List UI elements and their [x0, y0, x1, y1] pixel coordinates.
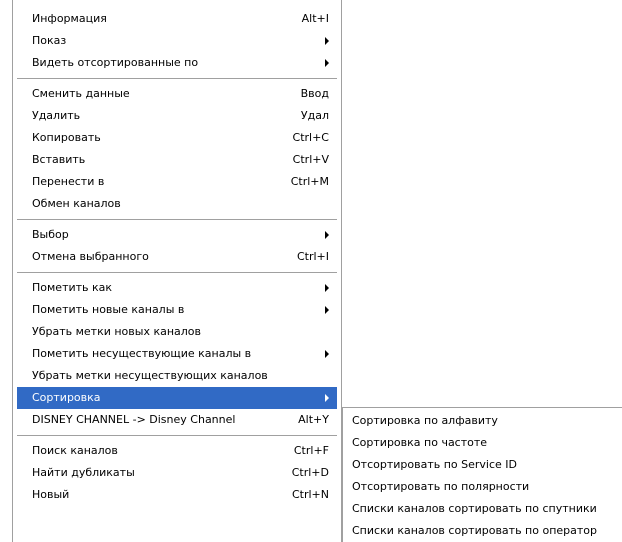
submenu-arrow-icon: [325, 37, 329, 45]
menu-item-поиск-каналов[interactable]: Поиск каналов Ctrl+F: [17, 440, 337, 462]
menu-item-label: DISNEY CHANNEL -> Disney Channel: [32, 413, 236, 426]
menu-item-видеть-отсортированные-по[interactable]: Видеть отсортированные по: [17, 52, 337, 74]
menu-separator: [17, 78, 337, 80]
submenu-arrow-icon: [325, 284, 329, 292]
menu-item-сменить-данные[interactable]: Сменить данные Ввод: [17, 83, 337, 105]
menu-item-shortcut: Удал: [300, 109, 329, 122]
submenu-arrow-icon: [325, 394, 329, 402]
menu-item-вставить[interactable]: Вставить Ctrl+V: [17, 149, 337, 171]
menu-item-перенести-в[interactable]: Перенести в Ctrl+M: [17, 171, 337, 193]
context-menu: Информация Alt+I Показ Видеть отсортированн…: [12, 0, 342, 542]
menu-item-disney-channel-disney-channel[interactable]: DISNEY CHANNEL -> Disney Channel Alt+Y: [17, 409, 337, 431]
menu-item-выбор[interactable]: Выбор: [17, 224, 337, 246]
menu-item-label: Удалить: [32, 109, 81, 122]
menu-item-label: Поиск каналов: [32, 444, 118, 457]
menu-item-убрать-метки-новых-каналов[interactable]: Убрать метки новых каналов: [17, 321, 337, 343]
menu-item-label: Видеть отсортированные по: [32, 56, 199, 69]
menu-item-информация[interactable]: Информация Alt+I: [17, 8, 337, 30]
menu-item-shortcut: Ctrl+D: [291, 466, 329, 479]
menu-item-сортировка[interactable]: Сортировка: [17, 387, 337, 409]
menu-item-label: Пометить новые каналы в: [32, 303, 185, 316]
menu-item-label: Найти дубликаты: [32, 466, 135, 479]
menu-item-label: Пометить как: [32, 281, 113, 294]
sort-submenu-item[interactable]: Сортировка по алфавиту: [343, 410, 622, 432]
sort-submenu: Сортировка по алфавиту Сортировка по част…: [342, 407, 622, 542]
menu-item-найти-дубликаты[interactable]: Найти дубликаты Ctrl+D: [17, 462, 337, 484]
menu-item-label: Обмен каналов: [32, 197, 121, 210]
menu-item-копировать[interactable]: Копировать Ctrl+C: [17, 127, 337, 149]
menu-item-показ[interactable]: Показ: [17, 30, 337, 52]
menu-item-label: Сортировка: [32, 391, 101, 404]
sort-submenu-item-label: Отсортировать по Service ID: [352, 458, 517, 471]
menu-item-shortcut: Ctrl+I: [296, 250, 329, 263]
menu-item-shortcut: Ввод: [300, 87, 329, 100]
menu-separator: [17, 219, 337, 221]
menu-item-shortcut: Ctrl+M: [290, 175, 329, 188]
menu-item-label: Отмена выбранного: [32, 250, 149, 263]
menu-separator: [17, 435, 337, 437]
menu-item-label: Пометить несуществующие каналы в: [32, 347, 252, 360]
menu-item-пометить-несуществующие-каналы-в[interactable]: Пометить несуществующие каналы в: [17, 343, 337, 365]
menu-item-label: Информация: [32, 12, 107, 25]
submenu-arrow-icon: [325, 350, 329, 358]
menu-item-label: Вставить: [32, 153, 86, 166]
menu-item-убрать-метки-несуществующих-каналов[interactable]: Убрать метки несуществующих каналов: [17, 365, 337, 387]
sort-submenu-item[interactable]: Отсортировать по полярности: [343, 476, 622, 498]
menu-item-label: Сменить данные: [32, 87, 130, 100]
sort-submenu-item-label: Списки каналов сортировать по оператор: [352, 524, 598, 537]
sort-submenu-item-label: Отсортировать по полярности: [352, 480, 530, 493]
sort-submenu-item-label: Сортировка по частоте: [352, 436, 488, 449]
menu-item-label: Выбор: [32, 228, 69, 241]
sort-submenu-item[interactable]: Сортировка по частоте: [343, 432, 622, 454]
menu-item-label: Показ: [32, 34, 67, 47]
menu-item-пометить-как[interactable]: Пометить как: [17, 277, 337, 299]
menu-item-shortcut: Alt+Y: [298, 413, 329, 426]
menu-item-shortcut: Ctrl+C: [292, 131, 329, 144]
sort-submenu-item-label: Списки каналов сортировать по спутники: [352, 502, 597, 515]
menu-separator: [17, 272, 337, 274]
menu-item-новый[interactable]: Новый Ctrl+N: [17, 484, 337, 506]
menu-item-shortcut: Ctrl+V: [292, 153, 329, 166]
sort-submenu-item-label: Сортировка по алфавиту: [352, 414, 498, 427]
menu-item-label: Перенести в: [32, 175, 105, 188]
menu-item-label: Убрать метки новых каналов: [32, 325, 202, 338]
sort-submenu-item[interactable]: Отсортировать по Service ID: [343, 454, 622, 476]
submenu-arrow-icon: [325, 59, 329, 67]
menu-item-обмен-каналов[interactable]: Обмен каналов: [17, 193, 337, 215]
sort-submenu-item[interactable]: Списки каналов сортировать по спутники: [343, 498, 622, 520]
menu-item-label: Новый: [32, 488, 70, 501]
menu-item-отмена-выбранного[interactable]: Отмена выбранного Ctrl+I: [17, 246, 337, 268]
submenu-arrow-icon: [325, 231, 329, 239]
menu-item-shortcut: Ctrl+F: [293, 444, 329, 457]
submenu-arrow-icon: [325, 306, 329, 314]
menu-item-label: Убрать метки несуществующих каналов: [32, 369, 268, 382]
menu-item-пометить-новые-каналы-в[interactable]: Пометить новые каналы в: [17, 299, 337, 321]
menu-item-shortcut: Ctrl+N: [291, 488, 329, 501]
menu-item-shortcut: Alt+I: [301, 12, 329, 25]
menu-item-удалить[interactable]: Удалить Удал: [17, 105, 337, 127]
menu-item-label: Копировать: [32, 131, 101, 144]
sort-submenu-item[interactable]: Списки каналов сортировать по оператор: [343, 520, 622, 542]
